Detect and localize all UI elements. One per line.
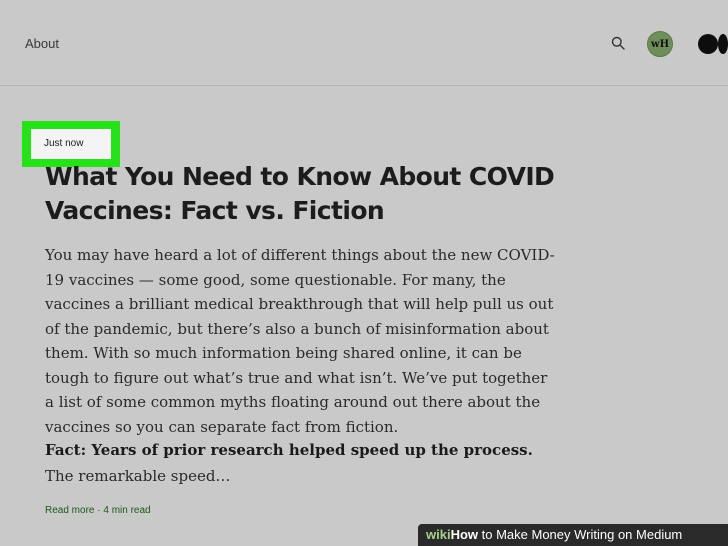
avatar[interactable]: wH (647, 31, 673, 57)
read-more-link[interactable]: Read more · 4 min read (45, 505, 151, 516)
post-title[interactable]: What You Need to Know About COVID Vaccin… (45, 160, 565, 228)
top-navigation-bar: About wH (0, 0, 728, 86)
search-icon[interactable] (611, 36, 625, 50)
wikihow-watermark: wikiHow to Make Money Writing on Medium (418, 524, 728, 546)
post-timestamp: Just now (31, 129, 111, 159)
how-text: How (450, 527, 479, 542)
wiki-text: wiki (426, 527, 451, 542)
fact-heading: Fact: Years of prior research helped spe… (45, 441, 533, 459)
about-link[interactable]: About (25, 36, 59, 51)
post-excerpt[interactable]: You may have heard a lot of different th… (45, 243, 560, 439)
medium-logo-icon[interactable] (698, 33, 728, 55)
post-fact-paragraph[interactable]: Fact: Years of prior research helped spe… (45, 437, 560, 489)
watermark-title: to Make Money Writing on Medium (478, 527, 683, 542)
fact-text: The remarkable speed… (45, 467, 231, 485)
